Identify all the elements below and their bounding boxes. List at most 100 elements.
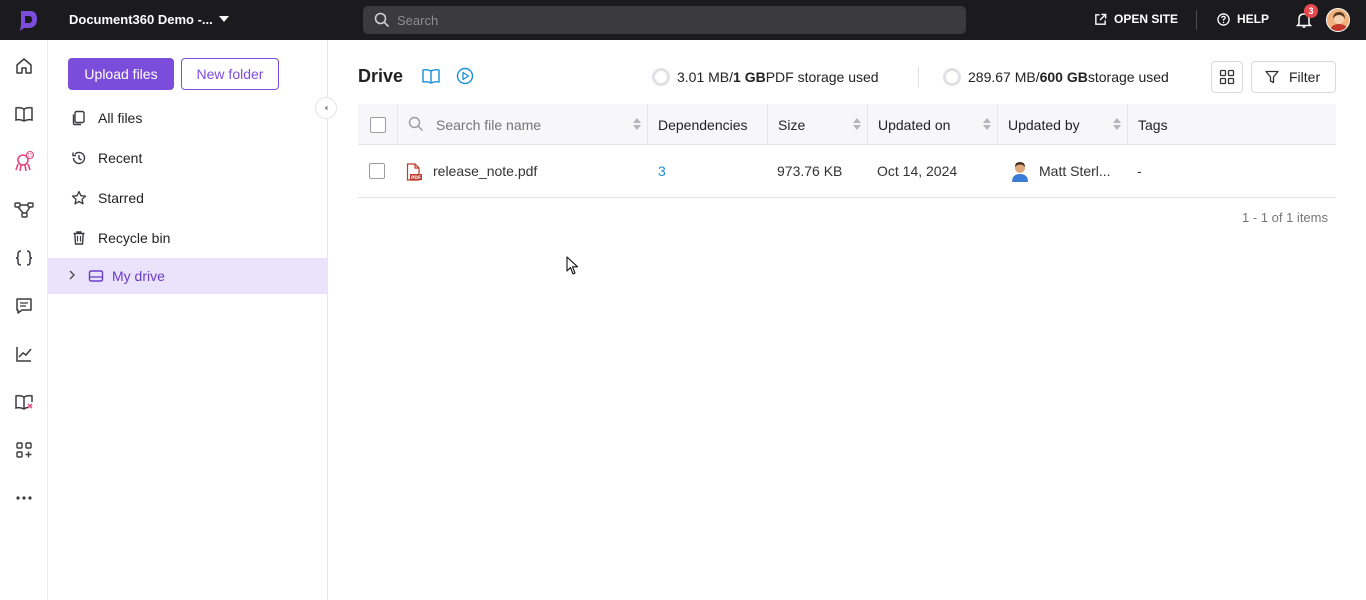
svg-text:15: 15 bbox=[27, 153, 33, 159]
storage-usage: 289.67 MB / 600 GB storage used bbox=[943, 68, 1169, 86]
column-label: Updated by bbox=[1008, 117, 1080, 133]
trash-icon bbox=[73, 231, 85, 245]
user-avatar-icon bbox=[1327, 9, 1349, 31]
help-circle-icon bbox=[1217, 12, 1230, 26]
divider bbox=[918, 67, 919, 87]
help-button[interactable]: HELP bbox=[1217, 12, 1269, 26]
table-header: Dependencies Size Updated on Updated by … bbox=[358, 104, 1336, 145]
svg-text:PDF: PDF bbox=[411, 175, 421, 181]
star-icon bbox=[71, 190, 87, 205]
left-rail: 15 bbox=[0, 40, 48, 600]
column-label: Dependencies bbox=[658, 117, 748, 133]
sidebar-item-recycle-bin[interactable]: Recycle bin bbox=[48, 220, 327, 256]
analytics-icon[interactable] bbox=[12, 342, 36, 366]
column-header-size[interactable]: Size bbox=[768, 104, 868, 145]
sidebar-item-label: My drive bbox=[112, 268, 165, 284]
caret-left-icon bbox=[324, 105, 328, 111]
api-braces-icon[interactable] bbox=[12, 246, 36, 270]
pdf-storage-suffix: PDF storage used bbox=[765, 69, 879, 85]
avatar[interactable] bbox=[1326, 8, 1350, 32]
collapse-sidebar-button[interactable] bbox=[315, 97, 337, 119]
files-icon bbox=[72, 110, 85, 126]
filter-icon bbox=[1265, 70, 1279, 84]
column-label: Updated on bbox=[878, 117, 951, 133]
filter-button[interactable]: Filter bbox=[1251, 61, 1336, 93]
sidebar-item-label: Recent bbox=[98, 150, 143, 166]
search-icon bbox=[374, 12, 390, 28]
pagination-info: 1 - 1 of 1 items bbox=[1242, 210, 1328, 225]
book-x-icon[interactable] bbox=[12, 390, 36, 414]
help-label: HELP bbox=[1237, 12, 1270, 26]
dependencies-link[interactable]: 3 bbox=[658, 163, 666, 179]
row-select-checkbox[interactable] bbox=[369, 163, 385, 179]
file-name-search-cell[interactable] bbox=[398, 104, 648, 145]
drive-sidebar: Upload files New folder All files Recent… bbox=[48, 40, 337, 600]
column-label: Tags bbox=[1138, 117, 1168, 133]
page-title: Drive bbox=[358, 66, 404, 86]
apps-add-icon[interactable] bbox=[12, 438, 36, 462]
sort-icon[interactable] bbox=[983, 118, 991, 130]
global-search[interactable] bbox=[363, 6, 966, 34]
notification-badge: 3 bbox=[1304, 4, 1318, 18]
more-icon[interactable] bbox=[12, 486, 36, 510]
sort-icon[interactable] bbox=[1113, 118, 1121, 130]
sidebar-item-recent[interactable]: Recent bbox=[48, 140, 327, 176]
column-label: Size bbox=[778, 117, 806, 133]
octopus-icon[interactable]: 15 bbox=[12, 150, 36, 174]
file-size: 973.76 KB bbox=[777, 163, 843, 179]
history-icon bbox=[72, 151, 86, 165]
mouse-cursor-icon bbox=[566, 256, 579, 275]
storage-ring-icon bbox=[943, 68, 961, 86]
pdf-file-icon: PDF bbox=[406, 163, 422, 181]
header-select-cell bbox=[358, 104, 398, 145]
storage-used: 289.67 MB bbox=[968, 69, 1036, 85]
sidebar-item-all-files[interactable]: All files bbox=[48, 100, 327, 136]
drive-main: Drive 3.01 MB / 1 GB PDF storage used 28… bbox=[328, 40, 1366, 600]
upload-files-button[interactable]: Upload files bbox=[68, 58, 174, 90]
sidebar-item-starred[interactable]: Starred bbox=[48, 180, 327, 216]
book-icon[interactable] bbox=[421, 68, 441, 84]
sort-icon[interactable] bbox=[853, 118, 861, 130]
select-all-checkbox[interactable] bbox=[369, 116, 386, 133]
table-row[interactable]: PDF release_note.pdf 3 973.76 KB Oct 14,… bbox=[358, 145, 1336, 198]
external-link-icon bbox=[1095, 13, 1107, 25]
storage-suffix: storage used bbox=[1087, 69, 1169, 85]
pdf-storage-total: 1 GB bbox=[733, 69, 766, 85]
file-name[interactable]: release_note.pdf bbox=[433, 163, 537, 179]
grid-view-button[interactable] bbox=[1211, 61, 1243, 93]
chevron-right-icon[interactable] bbox=[68, 270, 76, 280]
sidebar-item-label: Starred bbox=[98, 190, 144, 206]
sidebar-item-label: Recycle bin bbox=[98, 230, 171, 246]
grid-icon bbox=[1219, 69, 1235, 85]
updated-on: Oct 14, 2024 bbox=[877, 163, 958, 179]
open-site-label: OPEN SITE bbox=[1114, 12, 1179, 26]
updated-by: Matt Sterl... bbox=[1039, 163, 1111, 179]
divider bbox=[1196, 10, 1197, 30]
sort-icon[interactable] bbox=[633, 118, 641, 130]
pdf-storage-used: 3.01 MB bbox=[677, 69, 730, 85]
filter-label: Filter bbox=[1289, 69, 1321, 85]
column-header-updated-by[interactable]: Updated by bbox=[998, 104, 1128, 145]
document360-logo-icon[interactable] bbox=[16, 8, 40, 32]
column-header-updated-on[interactable]: Updated on bbox=[868, 104, 998, 145]
file-name-search-input[interactable] bbox=[436, 115, 616, 135]
workflow-icon[interactable] bbox=[12, 198, 36, 222]
column-header-dependencies[interactable]: Dependencies bbox=[648, 104, 768, 145]
home-icon[interactable] bbox=[12, 54, 36, 78]
search-input[interactable] bbox=[397, 10, 937, 30]
top-bar: Document360 Demo -... OPEN SITE HELP 3 bbox=[0, 0, 1366, 40]
pdf-storage-ring-icon bbox=[652, 68, 670, 86]
drive-icon bbox=[88, 270, 104, 282]
sidebar-item-my-drive[interactable]: My drive bbox=[48, 258, 327, 294]
book-icon[interactable] bbox=[12, 102, 36, 126]
pdf-storage-usage: 3.01 MB / 1 GB PDF storage used bbox=[652, 68, 879, 86]
column-header-tags[interactable]: Tags bbox=[1128, 104, 1336, 145]
search-icon bbox=[408, 116, 423, 131]
open-site-button[interactable]: OPEN SITE bbox=[1094, 12, 1178, 26]
play-circle-icon[interactable] bbox=[456, 67, 474, 85]
tags: - bbox=[1137, 163, 1142, 179]
chevron-down-icon[interactable] bbox=[219, 16, 229, 22]
feedback-icon[interactable] bbox=[12, 294, 36, 318]
new-folder-button[interactable]: New folder bbox=[181, 58, 279, 90]
project-name[interactable]: Document360 Demo -... bbox=[69, 12, 213, 27]
